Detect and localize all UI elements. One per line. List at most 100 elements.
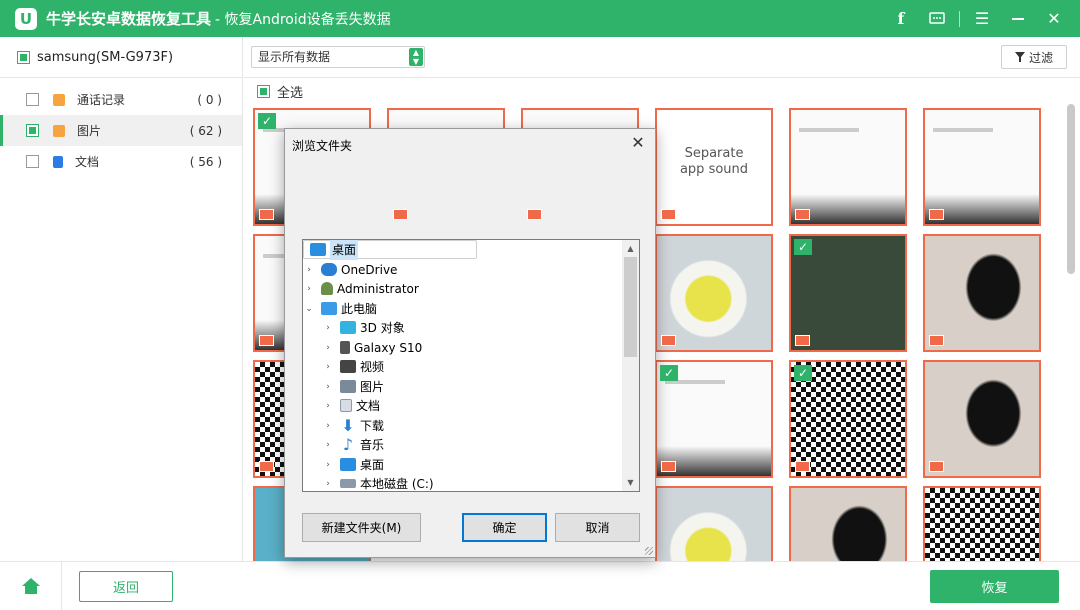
images-checkbox[interactable]: [26, 124, 39, 137]
grid-scrollbar[interactable]: [1067, 104, 1075, 561]
expander-icon[interactable]: ›: [322, 362, 334, 372]
expander-icon[interactable]: ›: [303, 265, 315, 275]
scroll-up-icon[interactable]: ▲: [622, 240, 639, 257]
documents-checkbox[interactable]: [26, 155, 39, 168]
filter-button[interactable]: 过滤: [1001, 45, 1067, 69]
resize-grip-icon[interactable]: [645, 547, 653, 555]
app-title: 牛学长安卓数据恢复工具: [46, 10, 212, 28]
document-icon: [53, 155, 63, 168]
expander-icon[interactable]: ›: [322, 382, 334, 392]
tree-node[interactable]: 桌面: [303, 240, 477, 260]
check-mark-icon[interactable]: ✓: [794, 365, 812, 381]
check-mark-icon[interactable]: ✓: [258, 113, 276, 129]
computer-icon: [321, 302, 337, 315]
tree-node[interactable]: › 视频: [322, 357, 384, 376]
view-select-value: 显示所有数据: [258, 50, 331, 64]
filter-icon: [1014, 52, 1025, 62]
3d-objects-icon: [340, 321, 356, 334]
ok-button[interactable]: 确定: [462, 513, 547, 542]
documents-folder-icon: [340, 399, 352, 412]
home-icon: [21, 578, 40, 594]
select-all[interactable]: 全选: [257, 82, 303, 101]
toolbar: 显示所有数据 ▲ ▼ 过滤: [244, 37, 1080, 78]
sidebar-item-label: 文档: [75, 155, 100, 169]
expander-icon[interactable]: ›: [322, 323, 334, 333]
cancel-button[interactable]: 取消: [555, 513, 640, 542]
tree-node[interactable]: › 3D 对象: [322, 318, 405, 337]
thumbnail[interactable]: Separate app sound: [655, 108, 773, 226]
recover-button[interactable]: 恢复: [930, 570, 1059, 603]
thumbnail[interactable]: ✓: [655, 360, 773, 478]
thumbnail[interactable]: [789, 108, 907, 226]
tree-node[interactable]: › OneDrive: [303, 260, 397, 279]
scroll-down-icon[interactable]: ▼: [622, 474, 639, 491]
sidebar-item-call-log[interactable]: 通话记录 ( 0 ): [0, 84, 242, 115]
tree-node[interactable]: › 本地磁盘 (C:): [322, 474, 433, 491]
expander-icon[interactable]: ⌄: [303, 304, 315, 314]
phone-device-icon: [340, 341, 350, 354]
device-checkbox[interactable]: [17, 50, 30, 64]
expander-icon[interactable]: ›: [322, 460, 334, 470]
item-count: ( 56 ): [189, 154, 222, 169]
expander-icon[interactable]: ›: [322, 343, 334, 353]
tree-node[interactable]: ⌄ 此电脑: [303, 299, 377, 318]
sidebar-item-label: 通话记录: [77, 93, 126, 107]
image-type-icon: [795, 461, 810, 472]
title-bar: U 牛学长安卓数据恢复工具 - 恢复Android设备丢失数据 f ☰ ✕: [0, 0, 1080, 37]
back-button[interactable]: 返回: [79, 571, 173, 602]
thumbnail[interactable]: [923, 234, 1041, 352]
tree-node[interactable]: › 图片: [322, 377, 384, 396]
sidebar: samsung(SM-G973F) 通话记录 ( 0 ) 图片 ( 62 ) 文…: [0, 37, 243, 561]
feedback-icon[interactable]: [919, 0, 955, 37]
image-type-icon: [527, 209, 542, 220]
dialog-close-icon[interactable]: ✕: [627, 132, 649, 154]
check-mark-icon[interactable]: ✓: [794, 239, 812, 255]
view-select[interactable]: 显示所有数据 ▲ ▼: [251, 46, 425, 68]
thumbnail[interactable]: [923, 486, 1041, 561]
grid-scrollbar-thumb[interactable]: [1067, 104, 1075, 274]
home-button[interactable]: [0, 562, 62, 610]
download-icon: ⬇: [341, 416, 355, 435]
thumbnail[interactable]: [789, 486, 907, 561]
check-mark-icon[interactable]: ✓: [660, 365, 678, 381]
tree-scrollbar-thumb[interactable]: [624, 257, 637, 357]
thumbnail[interactable]: [923, 360, 1041, 478]
menu-icon[interactable]: ☰: [964, 0, 1000, 37]
thumbnail[interactable]: [655, 486, 773, 561]
expander-icon[interactable]: ›: [303, 284, 315, 294]
thumbnail[interactable]: [655, 234, 773, 352]
app-logo-icon: U: [15, 7, 37, 30]
tree-scrollbar[interactable]: ▲ ▼: [622, 240, 639, 491]
select-all-checkbox[interactable]: [257, 85, 270, 98]
tree-node[interactable]: › Administrator: [303, 279, 419, 298]
sidebar-item-images[interactable]: 图片 ( 62 ): [0, 115, 242, 146]
expander-icon[interactable]: ›: [322, 421, 334, 431]
local-disk-icon: [340, 479, 356, 488]
desktop-icon: [310, 243, 326, 256]
call-log-checkbox[interactable]: [26, 93, 39, 106]
device-row[interactable]: samsung(SM-G973F): [0, 37, 242, 78]
new-folder-button[interactable]: 新建文件夹(M): [302, 513, 421, 542]
sidebar-item-documents[interactable]: 文档 ( 56 ): [0, 146, 242, 177]
thumbnail[interactable]: ✓: [789, 360, 907, 478]
expander-icon[interactable]: ›: [322, 401, 334, 411]
minimize-icon[interactable]: [1000, 0, 1036, 37]
thumbnail[interactable]: [923, 108, 1041, 226]
tree-node[interactable]: › ⬇ 下载: [322, 416, 384, 435]
onedrive-icon: [321, 263, 337, 276]
tree-node[interactable]: › ♪ 音乐: [322, 435, 384, 454]
music-icon: ♪: [342, 435, 354, 454]
tree-node[interactable]: › 桌面: [322, 455, 384, 474]
tree-node[interactable]: › Galaxy S10: [322, 338, 422, 357]
tree-node[interactable]: › 文档: [322, 396, 380, 415]
item-count: ( 0 ): [197, 92, 222, 107]
expander-icon[interactable]: ›: [322, 440, 334, 450]
facebook-icon[interactable]: f: [883, 0, 919, 37]
image-type-icon: [661, 209, 676, 220]
thumbnail[interactable]: ✓: [789, 234, 907, 352]
folder-tree[interactable]: 桌面 › OneDrive › Administrator ⌄ 此电脑 › 3D…: [302, 239, 640, 492]
app-subtitle: - 恢复Android设备丢失数据: [215, 11, 391, 28]
expander-icon[interactable]: ›: [322, 479, 334, 489]
close-icon[interactable]: ✕: [1036, 0, 1072, 37]
sidebar-item-label: 图片: [77, 124, 102, 138]
